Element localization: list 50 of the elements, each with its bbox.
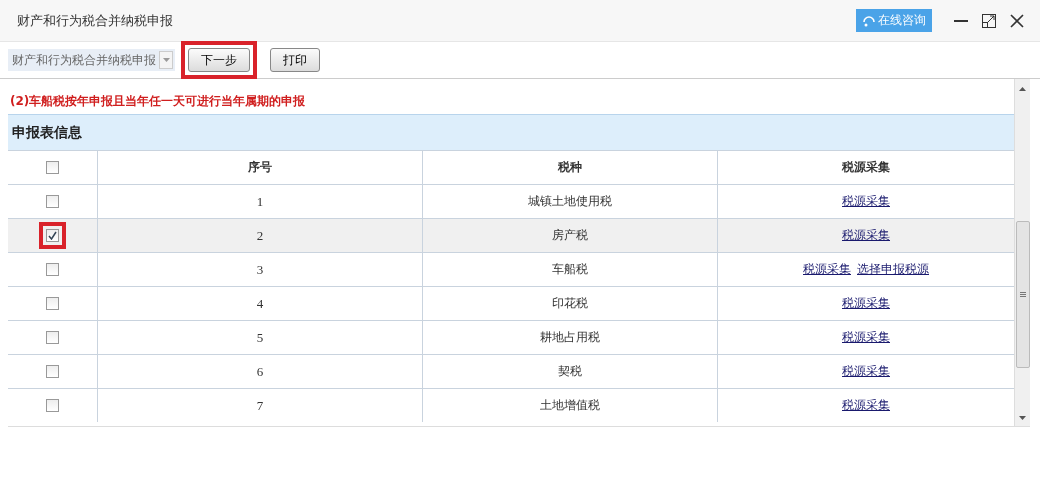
grip-icon bbox=[1019, 292, 1026, 297]
table-cell: 土地增值税 bbox=[540, 397, 600, 414]
caret-icon bbox=[162, 58, 170, 62]
table-cell: 耕地占用税 bbox=[540, 329, 600, 346]
table-cell: 4 bbox=[256, 295, 264, 312]
table-link[interactable]: 税源采集 bbox=[842, 363, 890, 380]
table-cell: 7 bbox=[256, 397, 264, 414]
table-link[interactable]: 税源采集 bbox=[803, 261, 851, 278]
close-icon bbox=[1009, 12, 1025, 29]
row-checkbox[interactable] bbox=[46, 195, 59, 208]
minimize-icon bbox=[954, 19, 968, 22]
table-link[interactable]: 税源采集 bbox=[842, 295, 890, 312]
row-checkbox[interactable] bbox=[46, 365, 59, 378]
table-cell: 3 bbox=[256, 261, 264, 278]
table-cell: 5 bbox=[256, 329, 264, 346]
maximize-icon bbox=[981, 12, 997, 29]
select-all-checkbox[interactable] bbox=[46, 161, 59, 174]
scroll-down-icon[interactable] bbox=[1019, 416, 1026, 420]
row-checkbox[interactable] bbox=[46, 229, 59, 242]
table-cell: 1 bbox=[256, 193, 264, 210]
column-header: 税种 bbox=[422, 150, 717, 184]
section-title: 申报表信息 bbox=[8, 114, 1014, 150]
table-cell: 2 bbox=[256, 227, 264, 244]
table-cell: 印花税 bbox=[552, 295, 588, 312]
table-link[interactable]: 税源采集 bbox=[842, 227, 890, 244]
row-checkbox[interactable] bbox=[46, 297, 59, 310]
table-cell: 车船税 bbox=[552, 261, 588, 278]
close-button[interactable] bbox=[1008, 11, 1026, 30]
form-dropdown[interactable]: 财产和行为税合并纳税申报 bbox=[8, 49, 175, 71]
table-link[interactable]: 税源采集 bbox=[842, 397, 890, 414]
table-cell: 契税 bbox=[558, 363, 582, 380]
maximize-button[interactable] bbox=[980, 11, 998, 30]
row-checkbox[interactable] bbox=[46, 399, 59, 412]
table-link[interactable]: 税源采集 bbox=[842, 329, 890, 346]
headset-icon bbox=[862, 13, 876, 28]
row-checkbox[interactable] bbox=[46, 331, 59, 344]
table-cell: 房产税 bbox=[552, 227, 588, 244]
window-title: 财产和行为税合并纳税申报 bbox=[17, 11, 174, 30]
table-link[interactable]: 税源采集 bbox=[842, 193, 890, 210]
table-cell: 6 bbox=[256, 363, 264, 380]
row-checkbox[interactable] bbox=[46, 263, 59, 276]
column-header: 税源采集 bbox=[717, 150, 1014, 184]
toolbar-button[interactable]: 下一步 bbox=[188, 48, 250, 72]
scrollbar[interactable] bbox=[1014, 79, 1030, 426]
scroll-up-icon[interactable] bbox=[1019, 87, 1026, 91]
notice-text: (2)车船税按年申报且当年任一天可进行当年属期的申报 bbox=[9, 93, 307, 110]
table-link[interactable]: 选择申报税源 bbox=[857, 261, 929, 278]
column-header: 序号 bbox=[97, 150, 422, 184]
table-cell: 城镇土地使用税 bbox=[528, 193, 612, 210]
toolbar-button[interactable]: 打印 bbox=[270, 48, 320, 72]
